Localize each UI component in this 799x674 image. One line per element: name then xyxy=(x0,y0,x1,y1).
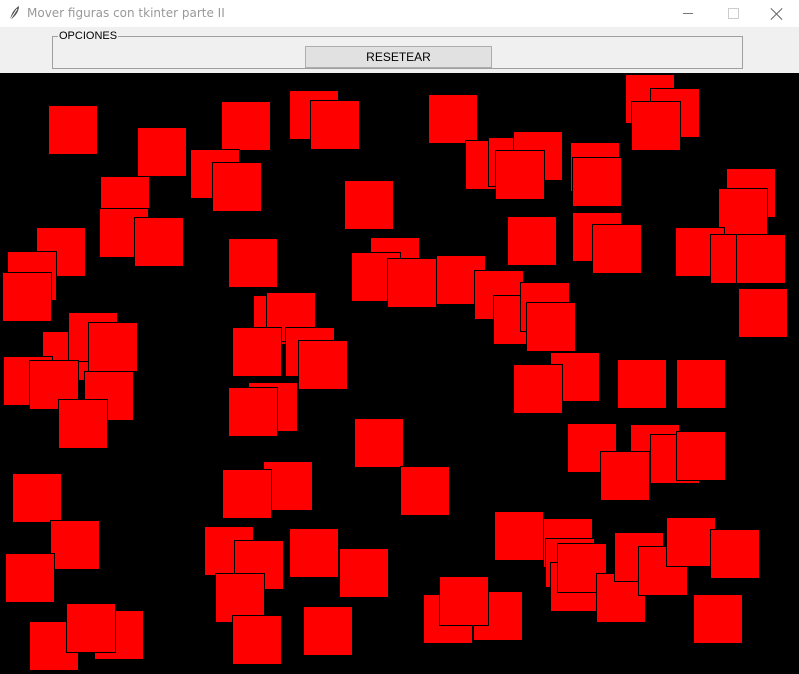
red-square[interactable] xyxy=(718,188,768,238)
maximize-button[interactable] xyxy=(710,0,756,27)
maximize-icon xyxy=(727,8,739,19)
red-square[interactable] xyxy=(387,258,437,308)
red-square[interactable] xyxy=(344,180,394,230)
red-square[interactable] xyxy=(710,529,760,579)
red-square[interactable] xyxy=(50,520,100,570)
red-square[interactable] xyxy=(228,387,278,437)
red-square[interactable] xyxy=(58,399,108,449)
red-square[interactable] xyxy=(592,224,642,274)
options-group-label: OPCIONES xyxy=(58,30,119,42)
window-title: Mover figuras con tkinter parte II xyxy=(27,6,225,20)
close-icon xyxy=(771,8,783,20)
minimize-icon xyxy=(683,13,693,14)
red-square[interactable] xyxy=(738,288,788,338)
reset-button[interactable]: RESETEAR xyxy=(305,46,492,68)
red-square[interactable] xyxy=(303,606,353,656)
red-square[interactable] xyxy=(354,418,404,468)
red-square[interactable] xyxy=(289,528,339,578)
red-square[interactable] xyxy=(736,234,786,284)
red-square[interactable] xyxy=(507,216,557,266)
minimize-button[interactable] xyxy=(665,0,711,27)
red-square[interactable] xyxy=(212,162,262,212)
red-square[interactable] xyxy=(66,603,116,653)
close-button[interactable] xyxy=(754,0,799,27)
red-square[interactable] xyxy=(228,238,278,288)
red-square[interactable] xyxy=(232,327,282,377)
red-square[interactable] xyxy=(310,100,360,150)
drawing-canvas[interactable] xyxy=(0,73,799,674)
red-square[interactable] xyxy=(513,364,563,414)
red-square[interactable] xyxy=(400,466,450,516)
red-square[interactable] xyxy=(232,615,282,665)
red-square[interactable] xyxy=(617,359,667,409)
red-square[interactable] xyxy=(600,451,650,501)
feather-icon xyxy=(9,6,19,21)
app-window: Mover figuras con tkinter parte II OPCIO… xyxy=(0,0,799,674)
red-square[interactable] xyxy=(222,469,272,519)
red-square[interactable] xyxy=(48,105,98,155)
red-square[interactable] xyxy=(526,302,576,352)
red-square[interactable] xyxy=(428,94,478,144)
red-square[interactable] xyxy=(495,150,545,200)
red-square[interactable] xyxy=(439,576,489,626)
red-square[interactable] xyxy=(666,517,716,567)
red-square[interactable] xyxy=(631,101,681,151)
red-square[interactable] xyxy=(676,431,726,481)
red-square[interactable] xyxy=(137,127,187,177)
red-square[interactable] xyxy=(494,511,544,561)
options-panel: OPCIONES RESETEAR xyxy=(0,27,799,73)
red-square[interactable] xyxy=(298,340,348,390)
red-square[interactable] xyxy=(134,217,184,267)
red-square[interactable] xyxy=(339,548,389,598)
red-square[interactable] xyxy=(12,473,62,523)
red-square[interactable] xyxy=(88,322,138,372)
red-square[interactable] xyxy=(5,553,55,603)
title-bar[interactable]: Mover figuras con tkinter parte II xyxy=(0,0,799,27)
red-square[interactable] xyxy=(693,594,743,644)
red-square[interactable] xyxy=(2,272,52,322)
red-square[interactable] xyxy=(676,359,726,409)
red-square[interactable] xyxy=(221,101,271,151)
red-square[interactable] xyxy=(572,157,622,207)
